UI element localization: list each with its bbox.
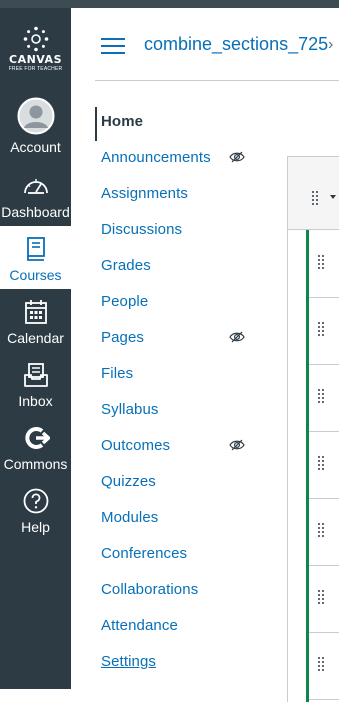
course-nav-announcements-label: Announcements xyxy=(101,149,211,166)
course-nav-attendance-label: Attendance xyxy=(101,617,178,634)
course-nav-collaborations[interactable]: Collaborations xyxy=(95,572,285,608)
course-nav-outcomes[interactable]: Outcomes xyxy=(95,428,285,464)
main-content: combine_sections_725 › Home Announcement… xyxy=(71,8,339,702)
module-item-row[interactable] xyxy=(309,498,339,566)
inbox-icon xyxy=(23,363,48,387)
header-divider xyxy=(95,80,339,81)
course-nav-conferences[interactable]: Conferences xyxy=(95,536,285,572)
course-nav-quizzes-label: Quizzes xyxy=(101,473,156,490)
course-nav-settings[interactable]: Settings xyxy=(95,644,285,680)
course-nav-files[interactable]: Files xyxy=(95,356,285,392)
courses-book-icon xyxy=(26,237,45,261)
course-nav-people-label: People xyxy=(101,293,149,310)
commons-icon xyxy=(24,427,50,449)
course-nav-conferences-label: Conferences xyxy=(101,545,188,562)
nav-courses[interactable]: Courses xyxy=(0,226,71,289)
course-nav-files-label: Files xyxy=(101,365,134,382)
module-item-row[interactable] xyxy=(309,364,339,432)
logo-wordmark: CANVAS xyxy=(9,53,62,66)
calendar-icon xyxy=(24,300,47,324)
modules-panel xyxy=(287,156,339,702)
course-nav-quizzes[interactable]: Quizzes xyxy=(95,464,285,500)
nav-commons-label: Commons xyxy=(3,456,68,472)
modules-panel-header xyxy=(288,157,339,230)
hamburger-line xyxy=(101,45,125,47)
nav-dashboard[interactable]: Dashboard xyxy=(0,163,71,226)
hidden-from-students-icon xyxy=(229,439,245,451)
course-nav-assignments[interactable]: Assignments xyxy=(95,176,285,212)
module-item-row[interactable] xyxy=(309,431,339,499)
nav-calendar[interactable]: Calendar xyxy=(0,289,71,352)
hamburger-line xyxy=(101,38,125,40)
course-nav-modules-label: Modules xyxy=(101,509,159,526)
course-nav-people[interactable]: People xyxy=(95,284,285,320)
module-item-row[interactable] xyxy=(309,230,339,298)
logo-tagline: FREE FOR TEACHER xyxy=(8,66,63,72)
breadcrumb-course-link[interactable]: combine_sections_725 xyxy=(144,34,328,55)
course-nav-pages-label: Pages xyxy=(101,329,145,346)
canvas-logo[interactable]: CANVAS FREE FOR TEACHER xyxy=(0,26,71,88)
course-nav-announcements[interactable]: Announcements xyxy=(95,140,285,176)
course-nav-home[interactable]: Home xyxy=(95,104,285,141)
course-nav-discussions-label: Discussions xyxy=(101,221,183,238)
module-item-row[interactable] xyxy=(309,297,339,365)
breadcrumb-separator: › xyxy=(328,36,334,53)
dashboard-gauge-icon xyxy=(23,179,48,194)
nav-help[interactable]: Help xyxy=(0,478,71,541)
nav-dashboard-label: Dashboard xyxy=(1,204,70,220)
course-nav-outcomes-label: Outcomes xyxy=(101,437,171,454)
hidden-from-students-icon xyxy=(229,331,245,343)
browser-top-strip xyxy=(0,0,339,8)
course-nav-collaborations-label: Collaborations xyxy=(101,581,199,598)
nav-courses-label: Courses xyxy=(9,267,62,283)
nav-calendar-label: Calendar xyxy=(7,330,64,346)
module-item-row[interactable] xyxy=(309,565,339,633)
chevron-down-icon[interactable] xyxy=(330,195,336,199)
course-nav-modules[interactable]: Modules xyxy=(95,500,285,536)
course-menu-toggle-button[interactable] xyxy=(101,38,125,54)
nav-inbox[interactable]: Inbox xyxy=(0,352,71,415)
course-nav-assignments-label: Assignments xyxy=(101,185,188,202)
canvas-logo-icon xyxy=(23,26,48,52)
help-question-icon xyxy=(23,488,48,514)
course-nav-discussions[interactable]: Discussions xyxy=(95,212,285,248)
course-nav-grades-label: Grades xyxy=(101,257,151,274)
hidden-from-students-icon xyxy=(229,151,245,163)
nav-commons[interactable]: Commons xyxy=(0,415,71,478)
nav-inbox-label: Inbox xyxy=(18,393,53,409)
module-item-row[interactable] xyxy=(309,632,339,700)
course-nav-syllabus[interactable]: Syllabus xyxy=(95,392,285,428)
nav-account-label: Account xyxy=(10,139,61,155)
course-nav-settings-label: Settings xyxy=(101,653,156,670)
global-navigation: CANVAS FREE FOR TEACHER Account Dashboar… xyxy=(0,8,71,689)
course-nav-pages[interactable]: Pages xyxy=(95,320,285,356)
course-nav-attendance[interactable]: Attendance xyxy=(95,608,285,644)
account-avatar-icon xyxy=(17,97,54,135)
nav-help-label: Help xyxy=(21,519,50,535)
course-nav-grades[interactable]: Grades xyxy=(95,248,285,284)
course-nav-home-label: Home xyxy=(101,113,144,130)
nav-account[interactable]: Account xyxy=(0,92,71,155)
course-nav-syllabus-label: Syllabus xyxy=(101,401,159,418)
hamburger-line xyxy=(101,52,125,54)
active-indicator xyxy=(95,107,97,141)
